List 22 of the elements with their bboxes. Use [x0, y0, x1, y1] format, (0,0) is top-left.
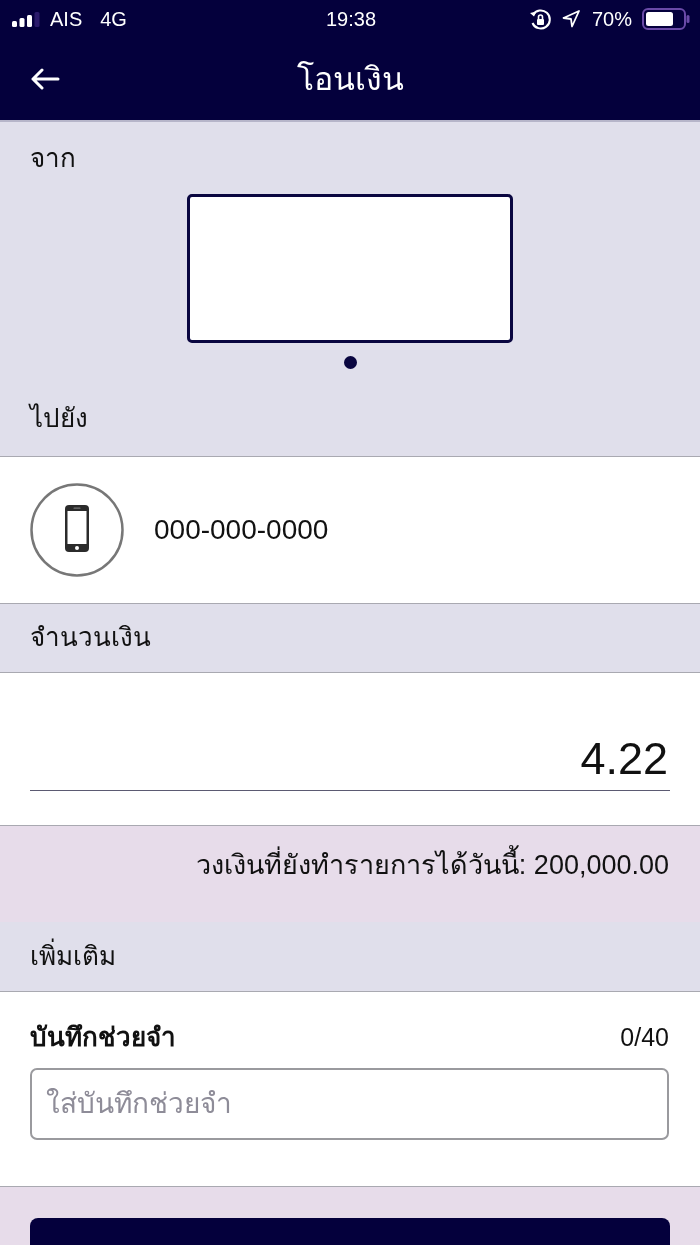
section-label: จาก [30, 142, 76, 175]
battery-percent: 70% [591, 7, 632, 31]
memo-label: บันทึกช่วยจำ [30, 1021, 176, 1054]
character-counter: 0/40 [620, 1022, 669, 1053]
screen-title: โอนเงิน [296, 60, 404, 99]
network-type: 4G [100, 7, 127, 31]
carrier-name: AIS [50, 7, 83, 31]
page-indicator-dot[interactable] [343, 356, 357, 369]
section-label: จำนวนเงิน [30, 621, 151, 654]
phone-icon [30, 483, 124, 577]
battery-icon [642, 8, 690, 30]
daily-limit-text: วงเงินที่ยังทำรายการได้วันนี้: 200,000.00 [195, 840, 669, 890]
signal-icon [12, 11, 40, 27]
account-card[interactable] [187, 194, 513, 343]
memo-field[interactable]: ใส่บันทึกช่วยจำ [30, 1068, 669, 1140]
section-label: ไปยัง [30, 402, 88, 435]
section-label: เพิ่มเติม [30, 937, 116, 973]
location-arrow-icon [561, 10, 580, 28]
clock-time: 19:38 [325, 7, 377, 31]
phone-number: 000-000-0000 [154, 513, 329, 547]
rotation-lock-icon [528, 7, 552, 31]
amount-field[interactable]: 4.22 [30, 731, 670, 791]
